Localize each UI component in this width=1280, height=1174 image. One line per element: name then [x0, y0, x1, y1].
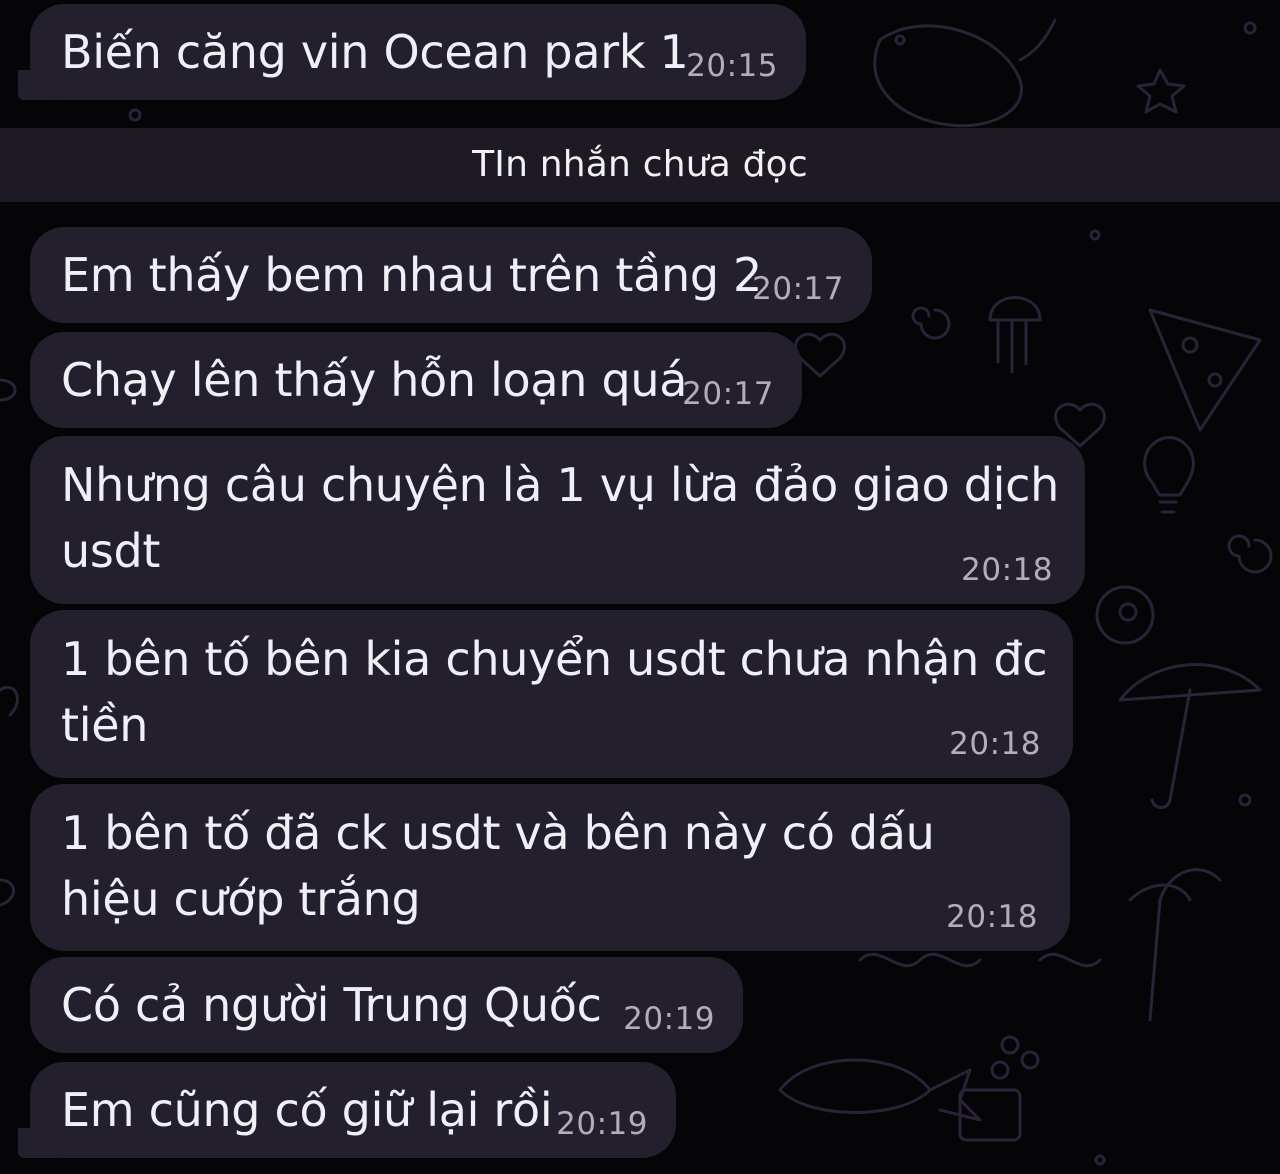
message-time: 20:17 — [682, 376, 774, 412]
message-text: Có cả người Trung Quốc — [61, 978, 602, 1032]
message-bubble[interactable]: Chạy lên thấy hỗn loạn quá 20:17 — [30, 332, 802, 428]
message-bubble[interactable]: Có cả người Trung Quốc 20:19 — [30, 957, 743, 1053]
unread-messages-divider: TIn nhắn chưa đọc — [0, 128, 1280, 202]
message-time: 20:15 — [686, 48, 778, 84]
message-bubble[interactable]: Em thấy bem nhau trên tầng 2 20:17 — [30, 227, 872, 323]
message-text: Biến căng vin Ocean park 1 — [61, 25, 689, 79]
message-time: 20:18 — [949, 726, 1041, 762]
message-bubble[interactable]: Nhưng câu chuyện là 1 vụ lừa đảo giao dị… — [30, 436, 1085, 604]
message-bubble[interactable]: 1 bên tố đã ck usdt và bên này có dấu hi… — [30, 784, 1070, 951]
message-text: 1 bên tố bên kia chuyển usdt chưa nhận đ… — [61, 632, 1048, 752]
message-text: Chạy lên thấy hỗn loạn quá — [61, 353, 688, 407]
bubble-tail — [18, 70, 58, 100]
message-time: 20:18 — [946, 899, 1038, 935]
message-text: Nhưng câu chuyện là 1 vụ lừa đảo giao dị… — [61, 458, 1059, 578]
message-time: 20:18 — [961, 552, 1053, 588]
message-text: 1 bên tố đã ck usdt và bên này có dấu hi… — [61, 806, 935, 926]
message-text: Em cũng cố giữ lại rồi — [61, 1083, 553, 1137]
bubble-tail — [18, 1128, 58, 1158]
unread-divider-label: TIn nhắn chưa đọc — [472, 144, 808, 185]
message-time: 20:17 — [752, 271, 844, 307]
message-bubble[interactable]: Em cũng cố giữ lại rồi 20:19 — [18, 1062, 676, 1158]
message-bubble[interactable]: Biến căng vin Ocean park 1 20:15 — [18, 4, 806, 100]
message-time: 20:19 — [556, 1106, 648, 1142]
message-time: 20:19 — [623, 1001, 715, 1037]
message-bubble[interactable]: 1 bên tố bên kia chuyển usdt chưa nhận đ… — [30, 610, 1073, 778]
chat-history: Biến căng vin Ocean park 1 20:15 TIn nhắ… — [0, 0, 1280, 1174]
message-text: Em thấy bem nhau trên tầng 2 — [61, 248, 763, 302]
